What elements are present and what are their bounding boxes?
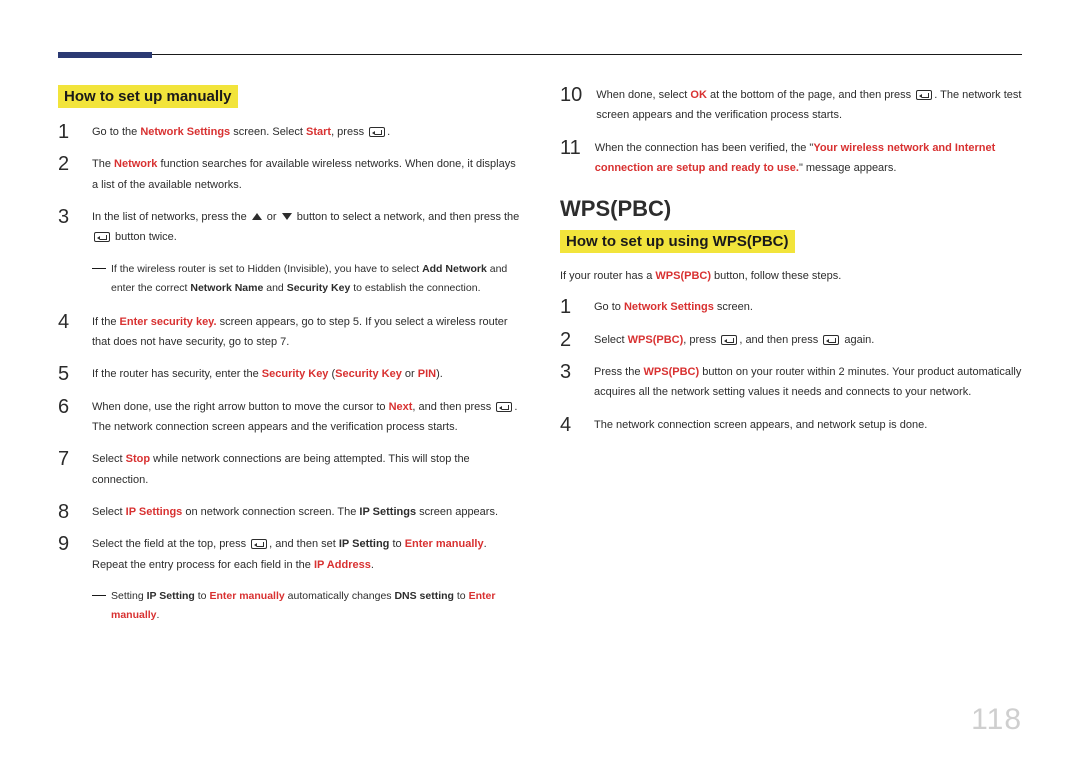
enter-icon	[369, 127, 385, 137]
header-bar	[58, 52, 152, 58]
enter-icon	[916, 90, 932, 100]
step-body: The network connection screen appears, a…	[594, 415, 1022, 435]
step-number: 4	[560, 415, 580, 435]
manual-steps: 1 Go to the Network Settings screen. Sel…	[58, 122, 520, 248]
manual-steps-right: 10 When done, select OK at the bottom of…	[560, 85, 1022, 178]
note-ip-setting: Setting IP Setting to Enter manually aut…	[92, 587, 520, 625]
wps-step-3: 3 Press the WPS(PBC) button on your rout…	[560, 362, 1022, 403]
note-body: If the wireless router is set to Hidden …	[111, 260, 520, 298]
wps-step-1: 1 Go to Network Settings screen.	[560, 297, 1022, 317]
step-number: 2	[560, 330, 580, 350]
left-column: How to set up manually 1 Go to the Netwo…	[58, 85, 520, 639]
step-body: Select Stop while network connections ar…	[92, 449, 520, 490]
page-columns: How to set up manually 1 Go to the Netwo…	[58, 85, 1022, 639]
enter-icon	[721, 335, 737, 345]
step-3: 3 In the list of networks, press the or …	[58, 207, 520, 248]
step-number: 3	[58, 207, 78, 227]
step-5: 5 If the router has security, enter the …	[58, 364, 520, 384]
step-body: Select the field at the top, press , and…	[92, 534, 520, 575]
note-hidden-router: If the wireless router is set to Hidden …	[92, 260, 520, 298]
note-dash-icon	[92, 595, 106, 596]
step-body: If the Enter security key. screen appear…	[92, 312, 520, 353]
step-2: 2 The Network function searches for avai…	[58, 154, 520, 195]
step-body: Select WPS(PBC), press , and then press …	[594, 330, 1022, 350]
wps-step-4: 4 The network connection screen appears,…	[560, 415, 1022, 435]
wps-step-2: 2 Select WPS(PBC), press , and then pres…	[560, 330, 1022, 350]
step-body: When done, select OK at the bottom of th…	[596, 85, 1022, 126]
enter-icon	[496, 402, 512, 412]
step-number: 1	[58, 122, 78, 142]
step-7: 7 Select Stop while network connections …	[58, 449, 520, 490]
step-body: When done, use the right arrow button to…	[92, 397, 520, 438]
step-number: 10	[560, 85, 582, 105]
down-arrow-icon	[282, 213, 292, 220]
right-column: 10 When done, select OK at the bottom of…	[560, 85, 1022, 639]
step-number: 2	[58, 154, 78, 174]
step-10: 10 When done, select OK at the bottom of…	[560, 85, 1022, 126]
step-number: 5	[58, 364, 78, 384]
step-number: 7	[58, 449, 78, 469]
step-body: Press the WPS(PBC) button on your router…	[594, 362, 1022, 403]
step-body: Select IP Settings on network connection…	[92, 502, 520, 522]
step-body: Go to the Network Settings screen. Selec…	[92, 122, 520, 142]
header-rule	[58, 54, 1022, 55]
step-body: When the connection has been verified, t…	[595, 138, 1022, 179]
step-1: 1 Go to the Network Settings screen. Sel…	[58, 122, 520, 142]
enter-icon	[251, 539, 267, 549]
step-body: If the router has security, enter the Se…	[92, 364, 520, 384]
section-heading-wps: How to set up using WPS(PBC)	[560, 230, 795, 253]
wps-intro: If your router has a WPS(PBC) button, fo…	[560, 267, 1022, 287]
step-8: 8 Select IP Settings on network connecti…	[58, 502, 520, 522]
step-number: 1	[560, 297, 580, 317]
step-number: 4	[58, 312, 78, 332]
note-dash-icon	[92, 268, 106, 269]
enter-icon	[823, 335, 839, 345]
step-4: 4 If the Enter security key. screen appe…	[58, 312, 520, 353]
step-9: 9 Select the field at the top, press , a…	[58, 534, 520, 575]
step-body: Go to Network Settings screen.	[594, 297, 1022, 317]
enter-icon	[94, 232, 110, 242]
step-number: 11	[560, 138, 581, 158]
step-number: 8	[58, 502, 78, 522]
page-number: 118	[971, 703, 1022, 737]
step-body: The Network function searches for availa…	[92, 154, 520, 195]
wps-steps: 1 Go to Network Settings screen. 2 Selec…	[560, 297, 1022, 435]
manual-steps-cont: 4 If the Enter security key. screen appe…	[58, 312, 520, 575]
section-heading-manual: How to set up manually	[58, 85, 238, 108]
step-number: 6	[58, 397, 78, 417]
step-number: 9	[58, 534, 78, 554]
note-body: Setting IP Setting to Enter manually aut…	[111, 587, 520, 625]
step-6: 6 When done, use the right arrow button …	[58, 397, 520, 438]
step-body: In the list of networks, press the or bu…	[92, 207, 520, 248]
step-number: 3	[560, 362, 580, 382]
up-arrow-icon	[252, 213, 262, 220]
wps-title: WPS(PBC)	[560, 196, 1022, 222]
step-11: 11 When the connection has been verified…	[560, 138, 1022, 179]
